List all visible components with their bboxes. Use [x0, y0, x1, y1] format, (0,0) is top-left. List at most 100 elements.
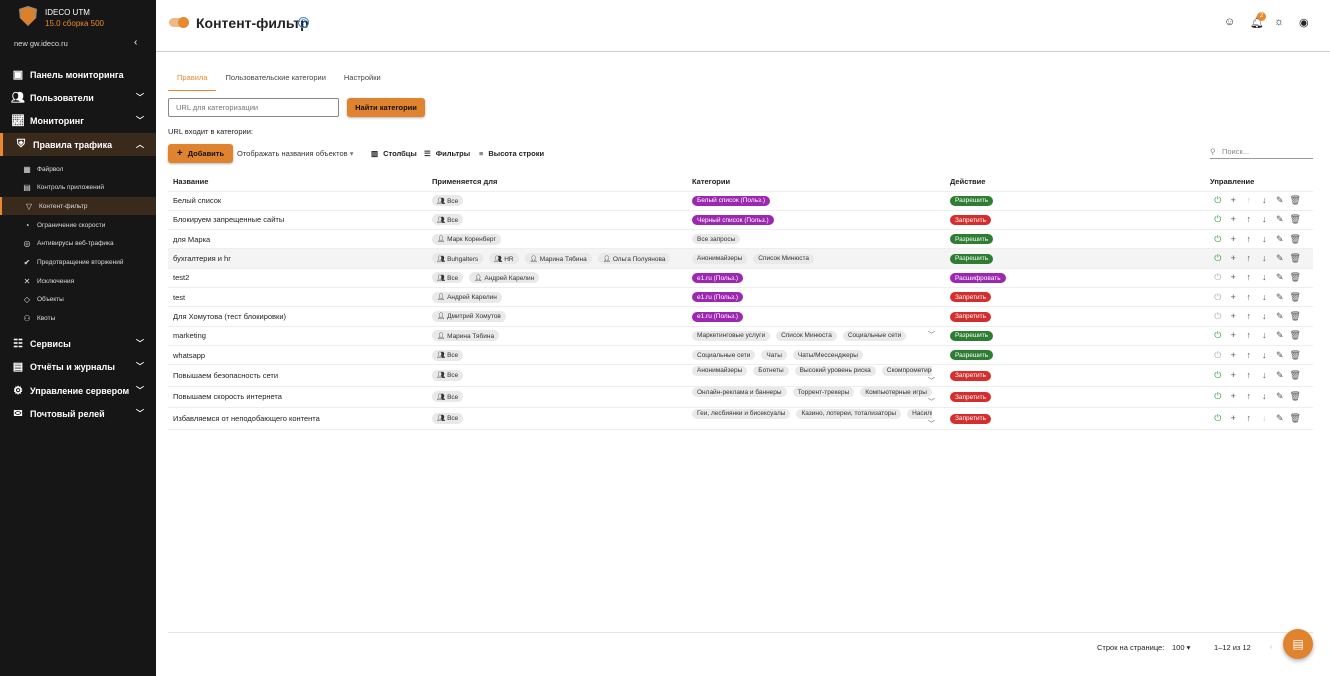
move-down-icon[interactable]: ↓	[1257, 413, 1273, 423]
sidebar-item-3[interactable]: ⛨ Правила трафика ︿	[0, 133, 156, 156]
sidebar-subitem-0[interactable]: ▦ Файрвол	[0, 160, 156, 178]
edit-icon[interactable]: ✎	[1272, 272, 1288, 283]
edit-icon[interactable]: ✎	[1272, 234, 1288, 245]
move-up-icon[interactable]: ↑	[1241, 272, 1257, 282]
sidebar-item-2[interactable]: 📈︎ Мониторинг ﹀	[0, 109, 156, 132]
delete-icon[interactable]: 🗑︎	[1288, 391, 1304, 402]
tab-rules[interactable]: Правила	[168, 67, 217, 91]
expand-categories-icon[interactable]: ﹀	[928, 376, 935, 386]
move-up-icon[interactable]: ↑	[1241, 370, 1257, 380]
sidebar-item-7[interactable]: ✉ Почтовый релей ﹀	[0, 402, 156, 425]
add-below-icon[interactable]: +	[1226, 370, 1242, 380]
power-icon[interactable]: ⏻	[1210, 253, 1226, 264]
move-down-icon[interactable]: ↓	[1257, 311, 1273, 321]
edit-icon[interactable]: ✎	[1272, 253, 1288, 264]
tab-user-categories[interactable]: Пользовательские категории	[216, 67, 334, 91]
theme-icon[interactable]: ☼	[1274, 16, 1284, 28]
edit-icon[interactable]: ✎	[1272, 370, 1288, 381]
delete-icon[interactable]: 🗑︎	[1288, 253, 1304, 264]
move-down-icon[interactable]: ↓	[1257, 195, 1273, 205]
delete-icon[interactable]: 🗑︎	[1288, 234, 1304, 245]
move-up-icon[interactable]: ↑	[1241, 330, 1257, 340]
power-icon[interactable]: ⏻	[1210, 350, 1226, 361]
delete-icon[interactable]: 🗑︎	[1288, 214, 1304, 225]
delete-icon[interactable]: 🗑︎	[1288, 330, 1304, 341]
add-button[interactable]: + Добавить	[168, 144, 233, 163]
collapse-sidebar-icon[interactable]: ‹	[134, 37, 137, 48]
move-up-icon[interactable]: ↑	[1241, 195, 1257, 205]
add-below-icon[interactable]: +	[1226, 391, 1242, 401]
move-down-icon[interactable]: ↓	[1257, 234, 1273, 244]
sidebar-item-6[interactable]: ⚙ Управление сервером ﹀	[0, 379, 156, 402]
find-categories-button[interactable]: Найти категории	[347, 98, 425, 117]
move-down-icon[interactable]: ↓	[1257, 350, 1273, 360]
column-header[interactable]: Применяется для	[427, 172, 687, 192]
expand-categories-icon[interactable]: ﹀	[928, 419, 935, 429]
add-below-icon[interactable]: +	[1226, 253, 1242, 263]
add-below-icon[interactable]: +	[1226, 214, 1242, 224]
sidebar-subitem-2[interactable]: ▽ Контент-фильтр	[0, 197, 156, 216]
move-down-icon[interactable]: ↓	[1257, 330, 1273, 340]
add-below-icon[interactable]: +	[1226, 311, 1242, 321]
help-icon[interactable]: ?	[298, 17, 309, 28]
move-down-icon[interactable]: ↓	[1257, 292, 1273, 302]
move-down-icon[interactable]: ↓	[1257, 214, 1273, 224]
sidebar-item-4[interactable]: ☷ Сервисы ﹀	[0, 332, 156, 355]
display-names-select[interactable]: Отображать названия объектов ▾	[237, 149, 353, 158]
sidebar-item-1[interactable]: 👥︎ Пользователи ﹀	[0, 86, 156, 109]
sidebar-item-0[interactable]: ▣ Панель мониторинга	[0, 63, 156, 86]
move-up-icon[interactable]: ↑	[1241, 234, 1257, 244]
edit-icon[interactable]: ✎	[1272, 214, 1288, 225]
column-header[interactable]: Категории	[687, 172, 945, 192]
move-up-icon[interactable]: ↑	[1241, 311, 1257, 321]
delete-icon[interactable]: 🗑︎	[1288, 292, 1304, 303]
delete-icon[interactable]: 🗑︎	[1288, 195, 1304, 206]
sidebar-subitem-3[interactable]: ◔ Ограничение скорости	[0, 216, 156, 234]
table-row[interactable]: Избавляемся от неподобающего контента 👥︎…	[168, 407, 1313, 430]
delete-icon[interactable]: 🗑︎	[1288, 370, 1304, 381]
table-row[interactable]: Для Хомутова (тест блокировки) 👤︎ Дмитри…	[168, 306, 1313, 327]
table-row[interactable]: Повышаем скорость интернета 👥︎ Все Онлай…	[168, 386, 1313, 409]
table-row[interactable]: test 👤︎ Андрей Карелин e1.ru (Польз.) За…	[168, 287, 1313, 308]
add-below-icon[interactable]: +	[1226, 413, 1242, 423]
add-below-icon[interactable]: +	[1226, 234, 1242, 244]
power-icon[interactable]: ⏻	[1210, 272, 1226, 283]
edit-icon[interactable]: ✎	[1272, 350, 1288, 361]
table-row[interactable]: Повышаем безопасность сети 👥︎ Все Аноним…	[168, 364, 1313, 387]
add-below-icon[interactable]: +	[1226, 272, 1242, 282]
delete-icon[interactable]: 🗑︎	[1288, 272, 1304, 283]
move-up-icon[interactable]: ↑	[1241, 253, 1257, 263]
edit-icon[interactable]: ✎	[1272, 391, 1288, 402]
move-down-icon[interactable]: ↓	[1257, 272, 1273, 282]
module-toggle[interactable]	[169, 17, 189, 28]
add-below-icon[interactable]: +	[1226, 350, 1242, 360]
power-icon[interactable]: ⏻	[1210, 234, 1226, 245]
power-icon[interactable]: ⏻	[1210, 413, 1226, 424]
sidebar-item-5[interactable]: ▤ Отчёты и журналы ﹀	[0, 355, 156, 378]
column-header[interactable]: Управление	[1205, 172, 1313, 192]
table-row[interactable]: whatsapp 👥︎ Все Социальные сети Чаты Чаты/…	[168, 345, 1313, 366]
move-up-icon[interactable]: ↑	[1241, 391, 1257, 401]
filters-button[interactable]: ☰ Фильтры	[424, 149, 470, 158]
move-up-icon[interactable]: ↑	[1241, 413, 1257, 423]
table-row[interactable]: test2 👥︎ Все 👤︎ Андрей Карелин e1.ru (Пол…	[168, 268, 1313, 288]
table-row[interactable]: бухгалтерия и hr 👥︎ Buhgalters 👥︎ HR 👤︎ Ма…	[168, 248, 1313, 269]
delete-icon[interactable]: 🗑︎	[1288, 350, 1304, 361]
url-input[interactable]	[168, 98, 339, 117]
row-height-button[interactable]: ≡ Высота строки	[479, 149, 544, 158]
sidebar-subitem-5[interactable]: ✔ Предотвращение вторжений	[0, 254, 156, 272]
edit-icon[interactable]: ✎	[1272, 292, 1288, 303]
table-row[interactable]: marketing 👤︎ Марина Тябина Маркетинговые…	[168, 326, 1313, 346]
power-icon[interactable]: ⏻	[1210, 195, 1226, 206]
move-up-icon[interactable]: ↑	[1241, 214, 1257, 224]
power-icon[interactable]: ⏻	[1210, 330, 1226, 341]
prev-page-icon[interactable]: ‹	[1270, 642, 1273, 651]
sidebar-subitem-8[interactable]: ⚇ Квоты	[0, 310, 156, 328]
move-down-icon[interactable]: ↓	[1257, 370, 1273, 380]
tab-settings[interactable]: Настройки	[335, 67, 390, 91]
column-header[interactable]: Действие	[945, 172, 1205, 192]
power-icon[interactable]: ⏻	[1210, 311, 1226, 322]
edit-icon[interactable]: ✎	[1272, 413, 1288, 424]
add-below-icon[interactable]: +	[1226, 292, 1242, 302]
rows-per-page-select[interactable]: 100 ▾	[1172, 643, 1190, 652]
